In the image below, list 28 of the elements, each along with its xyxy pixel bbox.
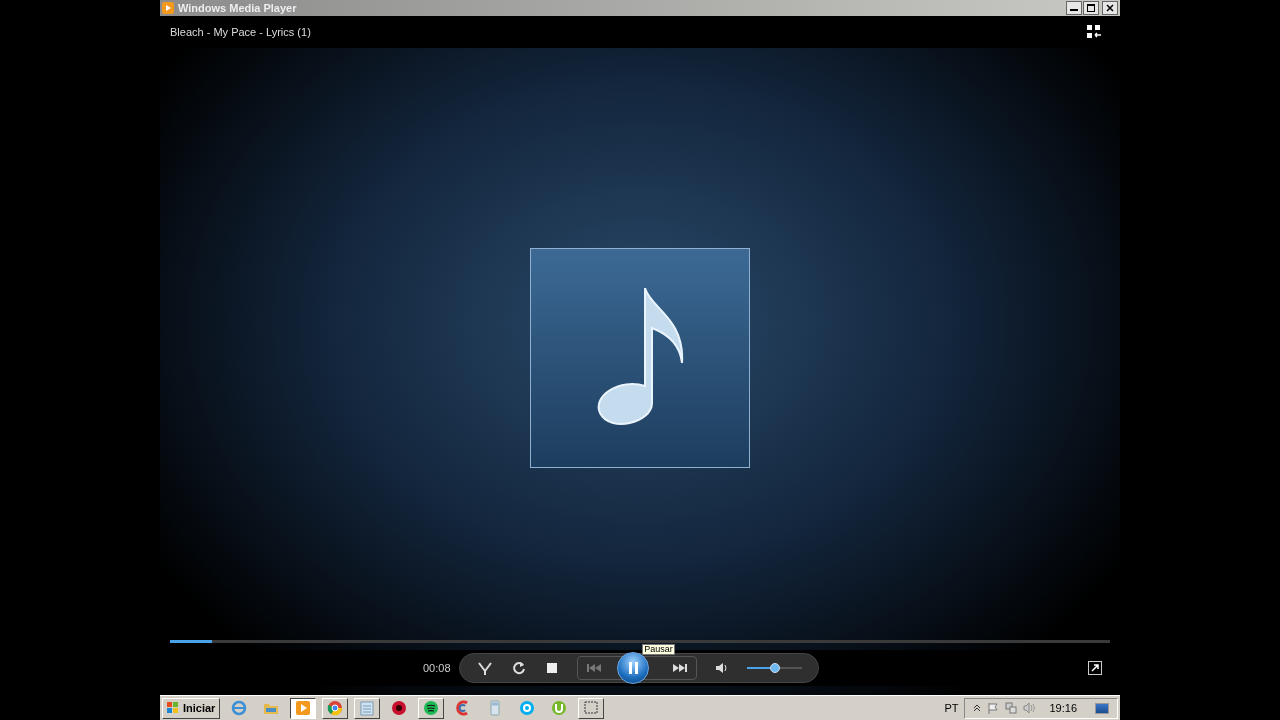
seek-bar[interactable] [170,639,1110,643]
tooltip: Pausar [642,644,675,655]
music-app-icon[interactable] [418,697,445,719]
window-title: Windows Media Player [178,2,297,14]
pause-button[interactable] [617,652,650,684]
start-button[interactable]: Iniciar [162,697,221,719]
close-button[interactable] [1102,1,1118,15]
show-desktop-button[interactable] [1095,702,1109,714]
switch-to-library-button[interactable] [1086,24,1102,40]
flag-icon[interactable] [987,702,1000,714]
previous-icon [586,662,603,674]
fullscreen-button[interactable] [1088,661,1102,675]
minimize-button[interactable] [1066,1,1082,15]
app-icon [162,2,174,14]
elapsed-time: 00:08 [423,660,452,676]
chevron-up-icon[interactable] [973,704,982,712]
clock: 19:16 [1049,700,1077,716]
windows-logo [167,702,179,714]
close-icon [1106,4,1114,12]
language-indicator: PT [944,700,959,716]
restore-button[interactable] [1083,1,1099,15]
now-playing-title: Bleach - My Pace - Lyrics (1) [170,24,311,40]
play-icon[interactable] [290,697,317,719]
volume-thumb[interactable] [769,663,780,673]
snipping-icon[interactable] [578,697,605,719]
next-icon [672,662,689,674]
browser-icon[interactable] [322,697,349,719]
notepad-icon[interactable] [354,697,381,719]
